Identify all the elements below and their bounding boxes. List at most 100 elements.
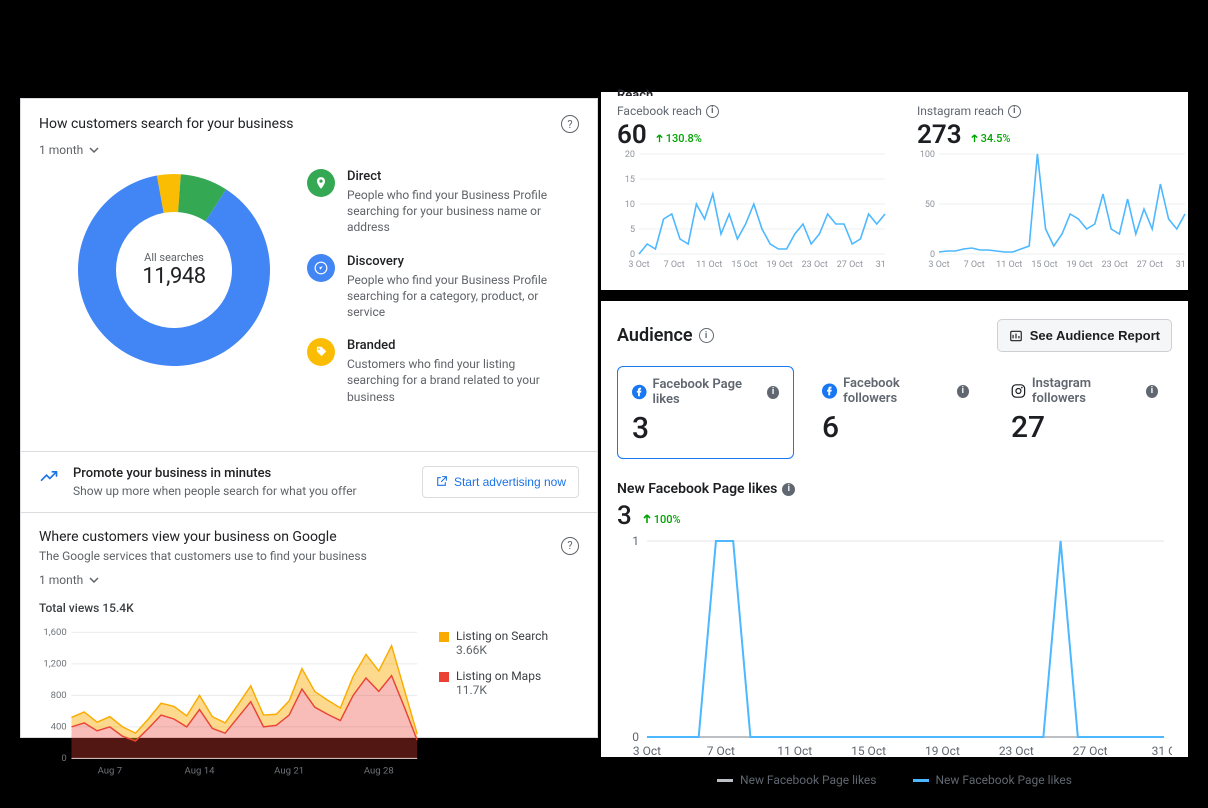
promo-sub: Show up more when people search for what…: [73, 484, 357, 498]
facebook-reach-col: Facebook reachi 60 130.8% 051015203 Oct7…: [617, 104, 887, 274]
total-views-label: Total views 15.4K: [39, 601, 579, 615]
promo-title: Promote your business in minutes: [73, 466, 357, 481]
promo-banner: Promote your business in minutes Show up…: [21, 451, 597, 512]
views-section: Where customers view your business on Go…: [21, 512, 597, 795]
info-icon[interactable]: i: [767, 386, 779, 399]
reach-title: Reach: [617, 88, 1172, 96]
card-ig-followers[interactable]: Instagram followersi 27: [997, 366, 1172, 459]
svg-text:7 Oct: 7 Oct: [707, 744, 735, 758]
svg-text:19 Oct: 19 Oct: [766, 260, 792, 270]
svg-text:7 Oct: 7 Oct: [964, 260, 985, 270]
search-title: How customers search for your business: [39, 116, 294, 132]
info-icon[interactable]: i: [1146, 385, 1158, 398]
svg-text:Aug 28: Aug 28: [364, 765, 394, 776]
tag-icon: [307, 338, 335, 366]
svg-text:3 Oct: 3 Oct: [633, 744, 661, 758]
svg-text:23 Oct: 23 Oct: [802, 260, 828, 270]
help-icon[interactable]: ?: [561, 537, 579, 555]
legend-direct: DirectPeople who find your Business Prof…: [307, 169, 579, 236]
svg-text:1,200: 1,200: [43, 658, 66, 669]
period-label: 1 month: [39, 573, 83, 587]
legend-maps: Listing on Maps11.7K: [439, 669, 579, 697]
aud-sub-delta: 100%: [642, 513, 681, 526]
legend-grey: New Facebook Page likes: [717, 773, 876, 787]
legend-blue: New Facebook Page likes: [913, 773, 1072, 787]
fb-reach-chart: 051015203 Oct7 Oct11 Oct15 Oct19 Oct23 O…: [617, 150, 887, 270]
facebook-icon: [822, 383, 837, 399]
svg-text:15: 15: [625, 175, 635, 185]
svg-text:19 Oct: 19 Oct: [1066, 260, 1092, 270]
ig-reach-value: 273: [917, 120, 962, 150]
svg-text:11 Oct: 11 Oct: [777, 744, 812, 758]
svg-text:5: 5: [630, 225, 635, 235]
svg-text:15 Oct: 15 Oct: [731, 260, 757, 270]
period-label: 1 month: [39, 143, 83, 157]
info-icon[interactable]: i: [957, 385, 969, 398]
reach-panel: Reach Facebook reachi 60 130.8% 05101520…: [601, 92, 1188, 290]
info-icon[interactable]: i: [782, 483, 795, 496]
fb-reach-delta: 130.8%: [655, 132, 702, 145]
card-value: 27: [1011, 410, 1158, 445]
donut-center-value: 11,948: [142, 264, 205, 289]
svg-text:100: 100: [920, 150, 935, 160]
donut-center-label: All searches: [144, 251, 204, 264]
area-legend: Listing on Search3.66K Listing on Maps11…: [439, 623, 579, 783]
period-dropdown-views[interactable]: 1 month: [39, 573, 579, 587]
arrow-up-icon: [970, 134, 979, 143]
svg-text:Aug 21: Aug 21: [274, 765, 304, 776]
card-value: 3: [632, 411, 779, 446]
instagram-reach-col: Instagram reachi 273 34.5% 0501003 Oct7 …: [917, 104, 1187, 274]
svg-text:0: 0: [930, 250, 935, 260]
svg-text:27 Oct: 27 Oct: [1137, 260, 1163, 270]
compass-icon: [307, 254, 335, 282]
legend-discovery: DiscoveryPeople who find your Business P…: [307, 254, 579, 321]
svg-text:1: 1: [632, 534, 639, 548]
svg-text:15 Oct: 15 Oct: [1031, 260, 1057, 270]
info-icon[interactable]: i: [706, 105, 719, 118]
svg-text:800: 800: [51, 690, 67, 701]
svg-text:400: 400: [51, 721, 67, 732]
svg-text:Aug 14: Aug 14: [185, 765, 216, 776]
card-fb-page-likes[interactable]: Facebook Page likesi 3: [617, 366, 794, 459]
svg-text:0: 0: [61, 753, 66, 764]
svg-text:10: 10: [625, 200, 635, 210]
card-fb-followers[interactable]: Facebook followersi 6: [808, 366, 983, 459]
audience-title: Audience i: [617, 325, 714, 346]
views-title: Where customers view your business on Go…: [39, 529, 367, 545]
open-new-icon: [435, 475, 448, 488]
report-icon: [1009, 329, 1023, 343]
chevron-down-icon: [89, 145, 99, 155]
see-audience-report-button[interactable]: See Audience Report: [997, 319, 1172, 352]
legend-branded: BrandedCustomers who find your listing s…: [307, 338, 579, 405]
arrow-up-icon: [655, 134, 664, 143]
legend-search: Listing on Search3.66K: [439, 629, 579, 657]
donut-legend: DirectPeople who find your Business Prof…: [307, 165, 579, 423]
start-advertising-button[interactable]: Start advertising now: [422, 466, 579, 498]
donut-chart: All searches 11,948: [69, 165, 279, 375]
views-sub: The Google services that customers use t…: [39, 549, 367, 563]
info-icon[interactable]: i: [699, 328, 714, 343]
svg-text:31 O: 31 O: [1176, 260, 1187, 270]
info-icon[interactable]: i: [1008, 105, 1021, 118]
pin-icon: [307, 169, 335, 197]
svg-text:15 Oct: 15 Oct: [851, 744, 886, 758]
audience-panel: Audience i See Audience Report Facebook …: [601, 301, 1188, 757]
svg-text:11 Oct: 11 Oct: [696, 260, 722, 270]
aud-sub-label: New Facebook Page likesi: [617, 481, 1172, 497]
svg-text:3 Oct: 3 Oct: [928, 260, 949, 270]
facebook-icon: [632, 384, 647, 400]
svg-text:23 Oct: 23 Oct: [999, 744, 1034, 758]
svg-text:27 Oct: 27 Oct: [837, 260, 863, 270]
svg-text:19 Oct: 19 Oct: [925, 744, 960, 758]
svg-text:50: 50: [925, 200, 935, 210]
svg-text:1,600: 1,600: [43, 627, 66, 638]
card-value: 6: [822, 410, 969, 445]
chevron-down-icon: [89, 575, 99, 585]
svg-text:20: 20: [625, 150, 635, 160]
trend-up-icon: [39, 466, 59, 486]
help-icon[interactable]: ?: [561, 115, 579, 133]
instagram-icon: [1011, 383, 1026, 399]
svg-text:7 Oct: 7 Oct: [664, 260, 685, 270]
period-dropdown[interactable]: 1 month: [39, 143, 579, 157]
ig-reach-label: Instagram reach: [917, 104, 1004, 118]
